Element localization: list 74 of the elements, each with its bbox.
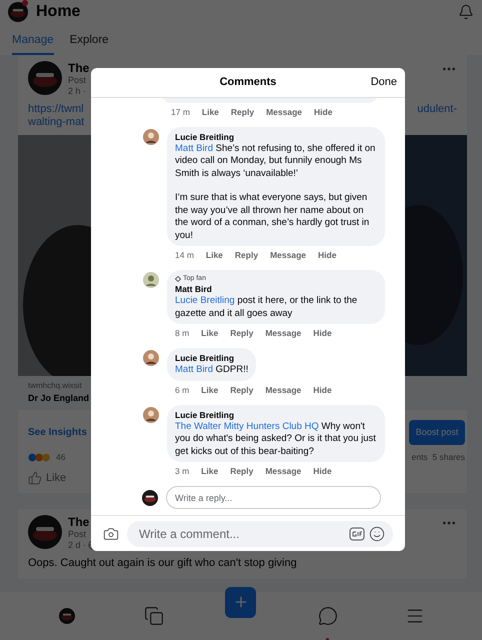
page-avatar-icon — [8, 2, 28, 22]
link-title[interactable]: Dr Jo England — [28, 392, 90, 406]
user-avatar-icon — [143, 406, 159, 422]
comment-time: 8 m — [175, 328, 190, 338]
comment-action-link[interactable]: Hide — [313, 466, 332, 476]
comment-author[interactable]: Lucie Breitling — [175, 408, 234, 420]
comment-action-link[interactable]: Message — [266, 106, 302, 116]
comment-action-link[interactable]: Message — [265, 384, 302, 394]
post-stats: ents 5 shares — [412, 451, 465, 464]
user-avatar-icon — [143, 350, 159, 366]
mention-link[interactable]: Matt Bird — [175, 364, 214, 375]
mention-link[interactable]: The Walter Mitty Hunters Club HQ — [175, 420, 319, 432]
post-time: 2 d · — [68, 540, 86, 550]
comment-time: 6 m — [175, 384, 190, 394]
comment-action-link[interactable]: Like — [202, 106, 219, 116]
comment-action-link[interactable]: Reply — [234, 250, 258, 260]
pages-icon[interactable] — [144, 606, 164, 626]
comment-author[interactable]: Matt Bird — [175, 283, 212, 295]
profile-avatar-icon — [142, 490, 158, 506]
post-text: Oops. Caught out again is our gift who can't stop giving — [27, 556, 298, 570]
comment-author[interactable]: Lucie Breitling — [175, 352, 234, 364]
reaction-count: 46 — [56, 451, 66, 464]
diamond-icon — [175, 276, 181, 282]
user-avatar-icon — [143, 128, 159, 144]
comment-action-link[interactable]: Reply — [230, 106, 254, 116]
comment-text: The Walter Mitty Hunters Club HQ Why won't you do what's being asked? Or is it that you just get kicks out of this bear-baiting? — [175, 420, 377, 458]
page-avatar-icon — [28, 514, 62, 548]
comment-action-link[interactable]: Like — [201, 384, 218, 394]
reply-field[interactable]: Write a reply... — [166, 486, 381, 509]
comment-field[interactable]: Write a comment... — [127, 520, 393, 546]
reactions-icon — [28, 453, 52, 462]
comment-action-link[interactable]: Like — [206, 250, 223, 260]
comment-author[interactable]: Lucie Breitling — [175, 130, 234, 142]
comment-action-link[interactable]: Hide — [313, 384, 332, 394]
comment-action-link[interactable]: Reply — [230, 328, 254, 338]
plus-icon — [232, 594, 249, 610]
like-icon — [28, 471, 42, 486]
done-button[interactable]: Done — [370, 74, 397, 91]
post-author[interactable]: The — [68, 61, 90, 76]
comment-action-link[interactable]: Reply — [230, 466, 254, 476]
comment-action-link[interactable]: Hide — [318, 250, 336, 260]
comment-action-link[interactable]: Message — [270, 250, 306, 260]
chat-icon[interactable] — [318, 606, 338, 626]
page-title: Home — [36, 2, 80, 22]
comment-action-link[interactable]: Like — [201, 328, 218, 338]
comment-text: I’m sure that is what everyone says, but given the way you’ve all thrown her name about on the word of a conman, she’s hardly got trust in you! — [175, 192, 370, 242]
notifications-icon[interactable] — [458, 4, 474, 20]
comment-text: Matt Bird GDPR!! — [175, 364, 248, 376]
comment-time: 3 m — [175, 466, 190, 476]
comment-action-link[interactable]: Like — [201, 466, 218, 476]
post-meta: Post — [68, 75, 88, 86]
mention-link[interactable]: Lucie Breitling — [175, 295, 235, 306]
comment-action-link[interactable]: Hide — [313, 328, 332, 338]
user-avatar-icon — [143, 272, 159, 288]
post-meta: Post — [68, 528, 88, 540]
comment-action-link[interactable]: Message — [265, 328, 302, 338]
comment-text: Lucie Breitling post it here, or the link to the gazette and it all goes away — [175, 295, 358, 320]
comment-action-link[interactable]: Hide — [314, 106, 332, 116]
create-button[interactable] — [225, 586, 256, 618]
profile-avatar-icon — [59, 608, 76, 624]
mention-link[interactable]: Matt Bird — [175, 142, 214, 154]
link-domain: twmhchq.wixsit — [28, 380, 82, 392]
comment-time: 14 m — [175, 250, 194, 260]
comment-action-link[interactable]: Reply — [230, 384, 254, 394]
comment-text: Matt Bird She’s not refusing to, she offered it on video call on Monday, but funnily enough Ms Smith is always ‘unavailable!’ — [175, 142, 376, 180]
emoji-icon[interactable] — [369, 526, 385, 542]
camera-icon[interactable] — [103, 526, 119, 542]
gif-icon[interactable] — [349, 526, 365, 540]
tab[interactable]: Explore — [70, 32, 109, 56]
comment-time: 17 m — [171, 106, 190, 116]
page-avatar-icon — [28, 61, 62, 96]
comment-action-link[interactable]: Message — [265, 466, 302, 476]
dialog-title: Comments — [220, 75, 276, 90]
post-time: 2 h · — [68, 86, 88, 98]
